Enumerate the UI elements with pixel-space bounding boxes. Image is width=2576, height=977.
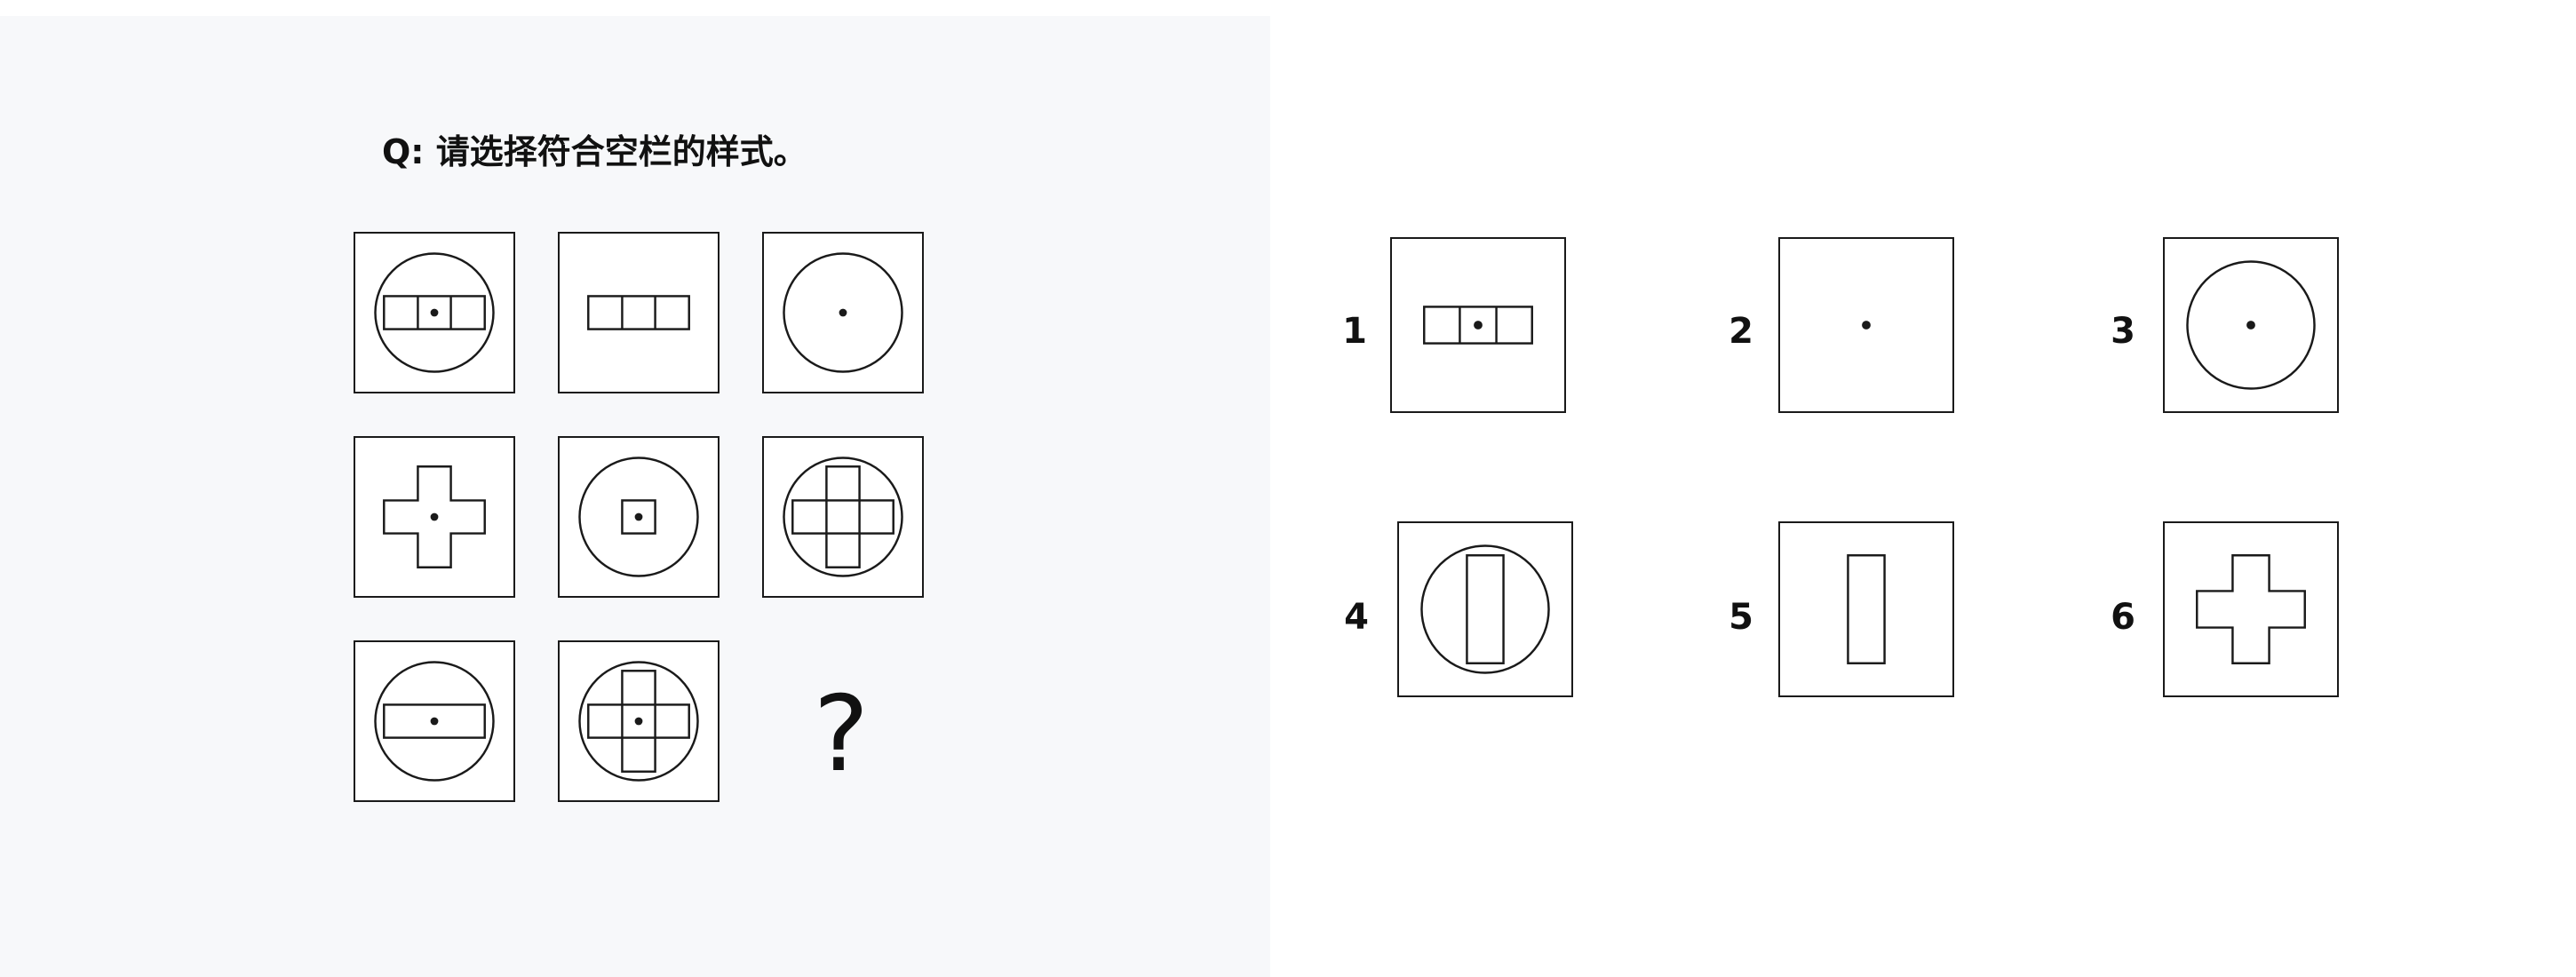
question-title: Q: 请选择符合空栏的样式。 xyxy=(382,132,807,171)
option-label-6: 6 xyxy=(2111,597,2135,638)
option-1[interactable] xyxy=(1390,237,1566,413)
grid-cell-r2c2 xyxy=(558,436,720,598)
option-2[interactable] xyxy=(1778,237,1954,413)
option-label-3: 3 xyxy=(2111,311,2135,352)
option-label-2: 2 xyxy=(1729,311,1753,352)
option-label-5: 5 xyxy=(1729,597,1753,638)
grid-cell-r2c1 xyxy=(354,436,515,598)
dot-figure xyxy=(1862,321,1871,330)
option-5[interactable] xyxy=(1778,521,1954,697)
grid-cell-r1c2 xyxy=(558,232,720,393)
grid-cell-r2c3 xyxy=(762,436,924,598)
cross-dot-figure xyxy=(383,465,486,568)
cross-figure xyxy=(2196,554,2306,664)
bar-dot-figure xyxy=(1423,306,1533,345)
missing-cell-question-mark: ? xyxy=(813,672,870,795)
grid-cell-r3c2 xyxy=(558,640,720,802)
grid-cell-r1c3 xyxy=(762,232,924,393)
circle-dot-figure xyxy=(2186,260,2316,390)
option-3[interactable] xyxy=(2163,237,2339,413)
circle-bar-dot-figure xyxy=(374,252,495,373)
grid-cell-r3c1 xyxy=(354,640,515,802)
option-4[interactable] xyxy=(1397,521,1573,697)
option-label-1: 1 xyxy=(1342,311,1367,352)
question-panel: Q: 请选择符合空栏的样式。 ? xyxy=(0,16,1270,977)
option-label-4: 4 xyxy=(1344,597,1369,638)
circle-vertical-rect-figure xyxy=(1420,544,1550,674)
circle-rect-dot-figure xyxy=(374,661,495,782)
circle-dot-figure xyxy=(783,252,903,373)
vertical-rect-figure xyxy=(1847,554,1886,664)
puzzle-stage: Q: 请选择符合空栏的样式。 ? 1 2 3 4 5 6 xyxy=(0,0,2576,977)
three-cell-bar-figure xyxy=(587,295,690,330)
circle-cross-figure xyxy=(783,457,903,577)
option-6[interactable] xyxy=(2163,521,2339,697)
grid-cell-r1c1 xyxy=(354,232,515,393)
circle-cross-dot-figure xyxy=(578,661,699,782)
circle-square-dot-figure xyxy=(578,457,699,577)
